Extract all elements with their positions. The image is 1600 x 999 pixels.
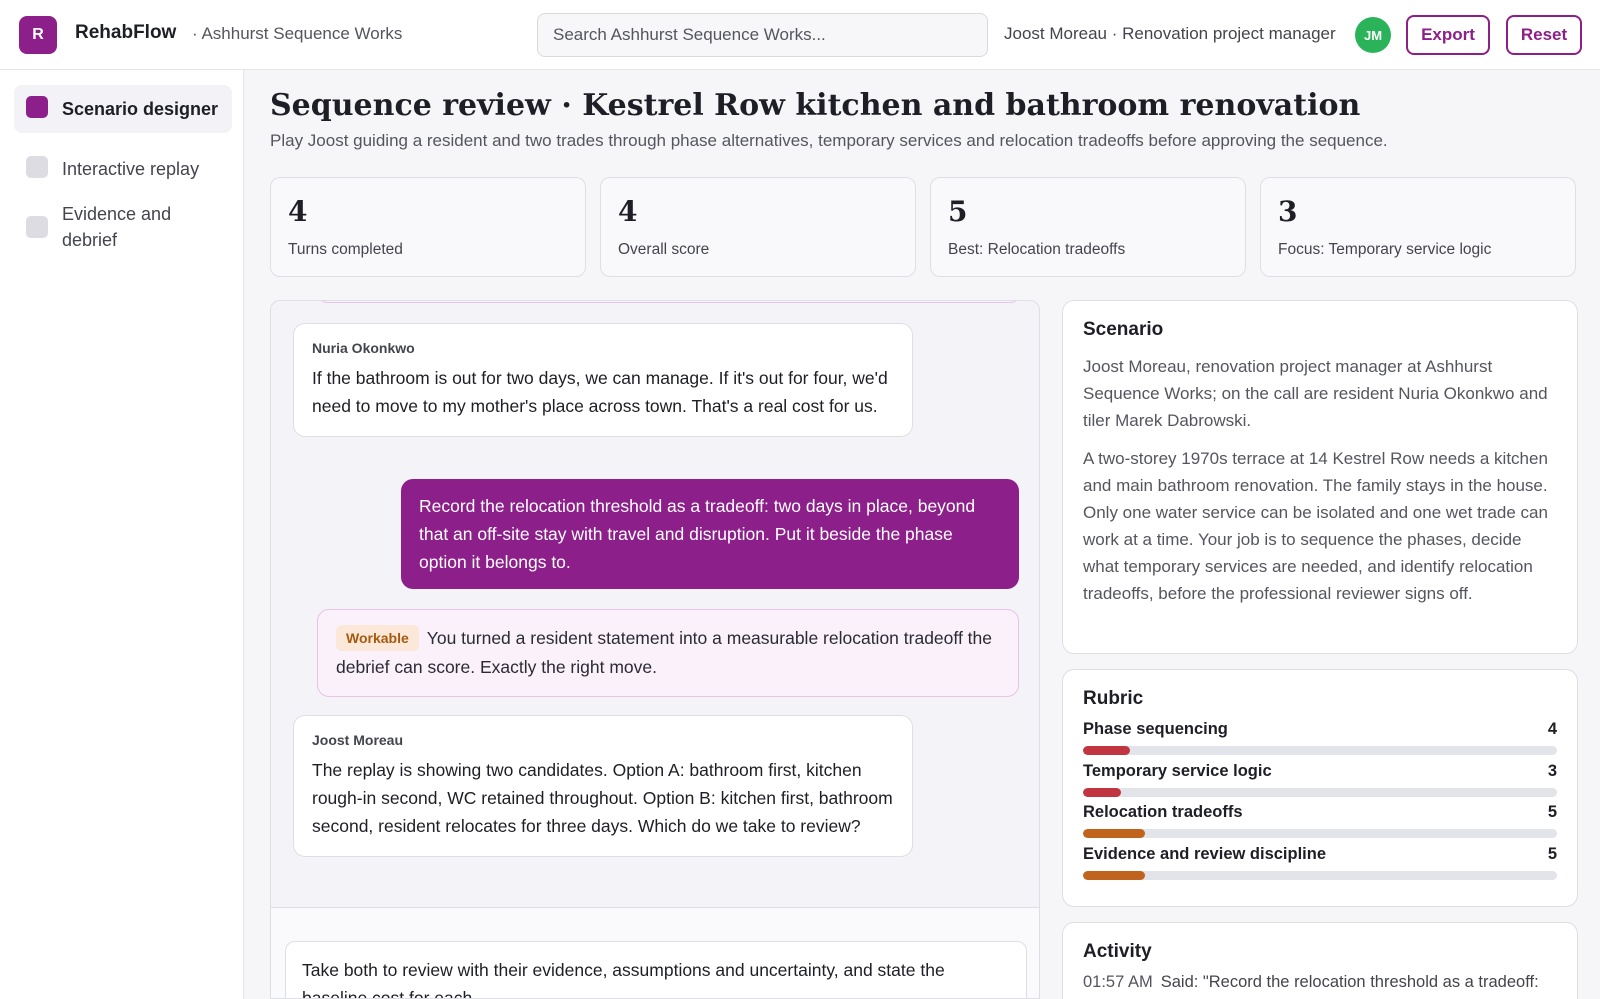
sidebar: Scenario designer Interactive replay Evi… [0,70,244,999]
scenario-panel: Scenario Joost Moreau, renovation projec… [1062,300,1578,654]
app-logo[interactable]: R [19,16,57,54]
rubric-score: 5 [1547,803,1557,821]
stat-card-turns: 4 Turns completed [270,177,586,277]
rubric-bar-track [1083,870,1557,880]
activity-panel: Activity 01:57 AM Said: "Record the reloc… [1062,922,1578,999]
stat-value: 4 [618,195,638,228]
scenario-title: Scenario [1083,319,1164,340]
nav-square-icon [26,156,48,178]
stat-value: 5 [948,195,968,228]
feedback-badge: Workable [336,625,419,651]
sidebar-item-interactive-replay[interactable]: Interactive replay [14,145,232,193]
rubric-bar-fill [1083,746,1131,755]
rubric-label: Temporary service logic [1083,761,1272,780]
rubric-label: Relocation tradeoffs [1083,803,1243,821]
message-resident: Nuria Okonkwo If the bathroom is out for… [293,323,913,437]
rubric-score: 5 [1547,844,1557,863]
rubric-bar-fill [1083,829,1145,838]
nav-square-icon [26,96,48,118]
rubric-row: Evidence and review discipline 5 [1083,845,1557,887]
sidebar-item-label: Interactive replay [62,159,200,179]
message-manager: Joost Moreau The replay is showing two c… [293,715,913,857]
previous-feedback-edge [319,301,1019,303]
user-info: Joost Moreau · Renovation project manage… [1004,24,1336,43]
page-title: Sequence review · Kestrel Row kitchen an… [270,88,1361,123]
export-button[interactable]: Export [1406,15,1490,55]
conversation-panel[interactable]: Nuria Okonkwo If the bathroom is out for… [270,300,1040,999]
stat-label: Turns completed [288,241,403,258]
stat-card-best: 5 Best: Relocation tradeoffs [930,177,1246,277]
scenario-brief: A two-storey 1970s terrace at 14 Kestrel… [1083,449,1548,603]
stat-label: Best: Relocation tradeoffs [948,241,1126,258]
activity-text: Said: "Record the relocation threshold a… [1160,973,1539,991]
stat-card-focus: 3 Focus: Temporary service logic [1260,177,1576,277]
nav-square-icon [26,216,48,238]
rubric-bar-track [1083,746,1557,755]
message-author: Joost Moreau [312,732,404,748]
rubric-title: Rubric [1083,688,1144,709]
message-text: If the bathroom is out for two days, we … [312,368,888,416]
rubric-list: Phase sequencing 4 Temporary service logic… [1083,720,1557,886]
feedback-card: Workable You turned a resident statement … [317,609,1019,697]
message-text: The replay is showing two candidates. Op… [312,760,893,836]
scenario-intro: Joost Moreau, renovation project manager… [1083,357,1548,430]
sidebar-item-label: Evidence and debrief [62,204,172,250]
activity-row: 01:57 AM Said: "Record the relocation thr… [1083,973,1557,992]
sidebar-item-label: Scenario designer [62,99,219,119]
rubric-panel: Rubric Phase sequencing 4 Temporary servic… [1062,669,1578,907]
search-input[interactable] [537,13,988,57]
top-bar: R RehabFlow · Ashhurst Sequence Works Jo… [0,0,1600,70]
rubric-score: 3 [1547,761,1557,780]
composer-area: Take both to review with their evidence,… [271,907,1039,998]
app-name: RehabFlow [75,22,177,43]
rubric-score: 4 [1547,720,1557,738]
rubric-bar-fill [1083,870,1145,880]
rubric-label: Phase sequencing [1083,720,1228,738]
message-user: Record the relocation threshold as a tra… [401,479,1019,589]
feedback-text: You turned a resident statement into a m… [336,628,992,677]
rubric-bar-track [1083,787,1557,797]
rubric-bar-fill [1083,787,1121,797]
reset-button[interactable]: Reset [1506,15,1582,55]
rubric-row: Temporary service logic 3 [1083,762,1557,804]
page-subtitle: Play Joost guiding a resident and two tr… [270,131,1388,150]
stat-value: 4 [288,195,308,228]
sidebar-item-evidence-debrief[interactable]: Evidence and debrief [14,196,232,258]
message-composer[interactable]: Take both to review with their evidence,… [285,941,1027,998]
stat-label: Overall score [618,241,710,258]
activity-time: 01:57 AM [1083,973,1153,991]
org-name: · Ashhurst Sequence Works [192,24,403,43]
activity-title: Activity [1083,941,1152,962]
rubric-label: Evidence and review discipline [1083,844,1327,863]
stat-value: 3 [1278,195,1298,228]
message-author: Nuria Okonkwo [312,340,415,356]
stat-label: Focus: Temporary service logic [1278,241,1492,258]
avatar[interactable]: JM [1355,17,1391,53]
stat-card-score: 4 Overall score [600,177,916,277]
rubric-row: Phase sequencing 4 [1083,720,1557,762]
sidebar-item-scenario-designer[interactable]: Scenario designer [14,85,232,133]
rubric-row: Relocation tradeoffs 5 [1083,803,1557,845]
rubric-bar-track [1083,829,1557,838]
